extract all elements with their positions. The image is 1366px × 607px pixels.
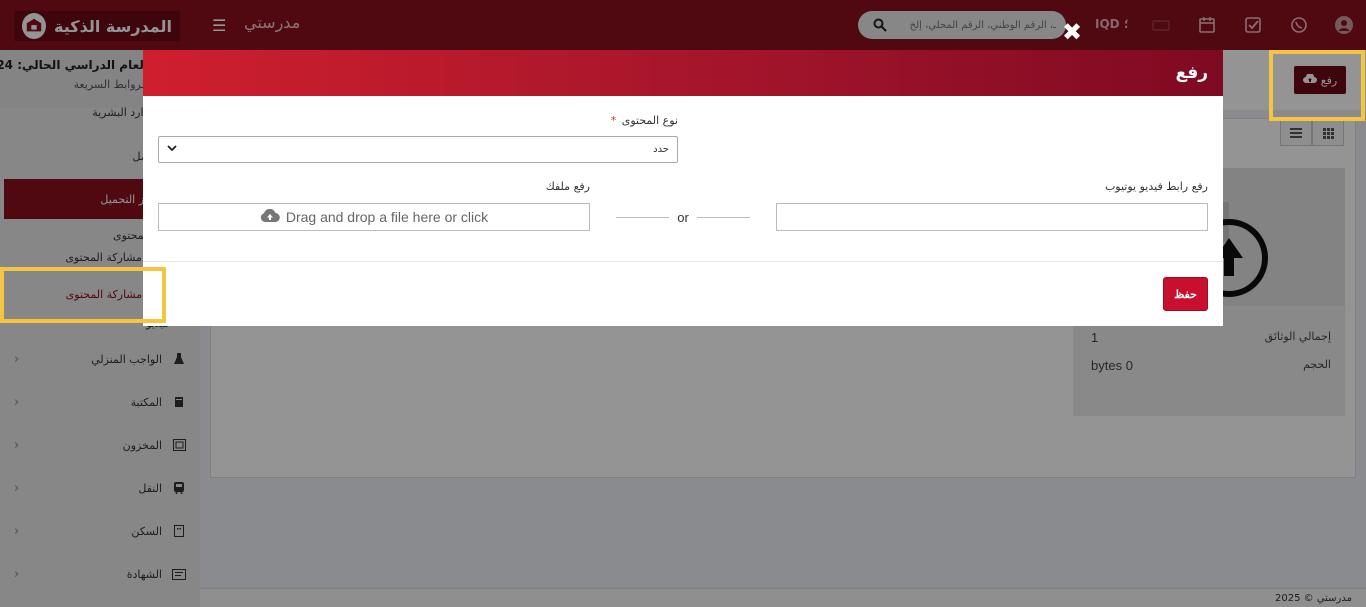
required-mark: * [610,114,617,127]
modal-divider [143,261,1223,262]
save-button[interactable]: حفظ [1163,277,1208,311]
highlight-upload-button [1269,50,1365,121]
dropzone-text: Drag and drop a file here or click [285,209,489,225]
highlight-upload-menu [0,267,166,323]
cloud-upload-icon [260,208,280,226]
or-separator: or [616,209,750,225]
content-type-label-text: نوع المحتوى [621,114,678,127]
file-upload-label: رفع ملفك [545,180,590,193]
file-dropzone[interactable]: Drag and drop a file here or click [158,203,590,231]
content-type-select[interactable]: حدد [158,136,678,163]
select-value: حدد [653,144,669,155]
content-type-label: نوع المحتوى * [158,114,678,127]
or-text: or [677,209,689,225]
modal-header: رفع [143,50,1223,96]
close-icon[interactable]: ✖ [1061,18,1083,46]
upload-modal: رفع نوع المحتوى * حدد رفع ملفك Drag and … [143,50,1223,326]
chevron-down-icon [167,144,177,155]
youtube-link-input[interactable] [776,203,1208,231]
youtube-link-label: رفع رابط فيديو يوتيوب [1104,180,1208,193]
modal-title: رفع [1175,63,1208,83]
